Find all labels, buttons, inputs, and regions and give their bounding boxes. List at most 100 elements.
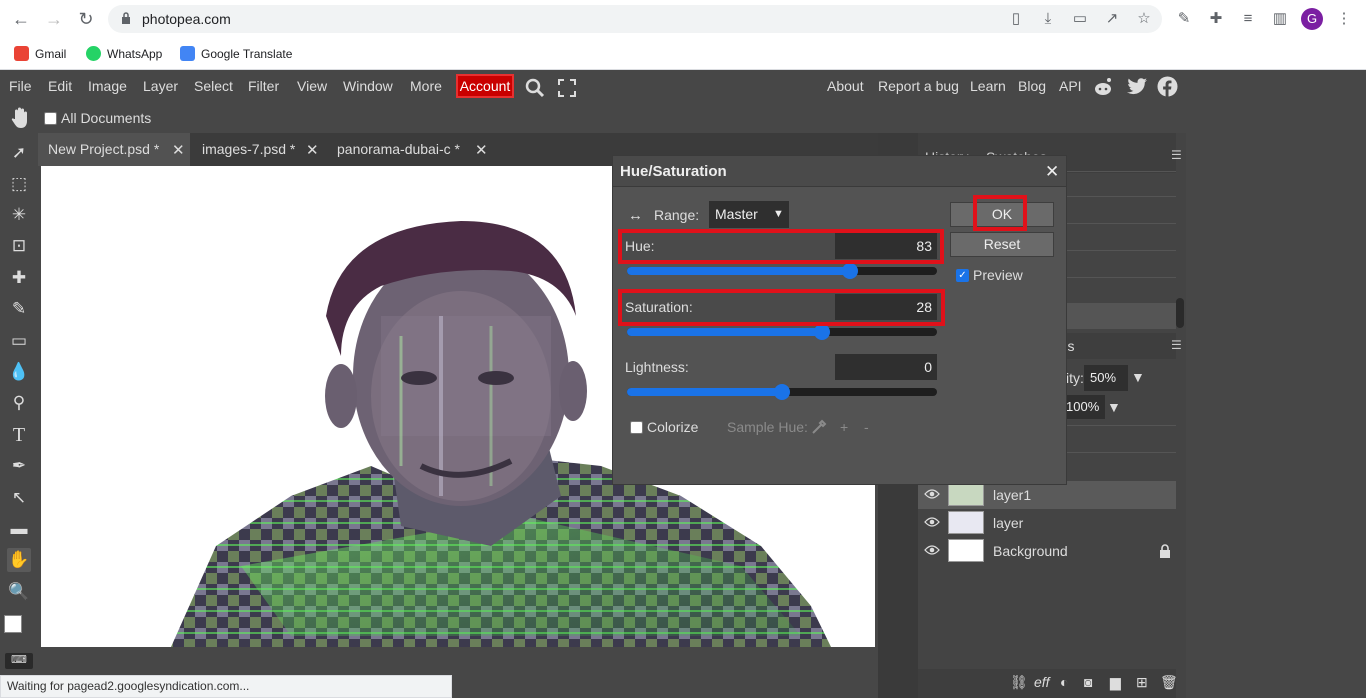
- marquee-tool-icon[interactable]: ⬚: [7, 172, 31, 196]
- type-tool-icon[interactable]: T: [7, 423, 31, 447]
- reload-icon[interactable]: ↻: [75, 8, 97, 30]
- layer-row[interactable]: Background: [918, 537, 1176, 565]
- all-documents-checkbox[interactable]: [44, 112, 57, 125]
- bookmark-whatsapp[interactable]: WhatsApp: [86, 44, 162, 64]
- menu-view[interactable]: View: [297, 78, 327, 94]
- facebook-icon[interactable]: [1157, 76, 1178, 97]
- zoom-tool-icon[interactable]: 🔍: [7, 580, 31, 604]
- hue-slider[interactable]: [627, 263, 937, 279]
- lightness-input[interactable]: 0: [835, 354, 937, 380]
- hand-tool-icon[interactable]: ✋: [7, 548, 31, 572]
- delete-layer-icon[interactable]: 🗑: [1160, 674, 1178, 691]
- new-layer-icon[interactable]: ⊞: [1136, 674, 1148, 691]
- new-group-icon[interactable]: ▆: [1110, 674, 1121, 691]
- visibility-eye-icon[interactable]: [924, 488, 940, 500]
- search-icon[interactable]: [524, 77, 546, 99]
- extensions-puzzle-icon[interactable]: ✚: [1206, 9, 1226, 29]
- link-report-bug[interactable]: Report a bug: [878, 78, 959, 94]
- path-select-tool-icon[interactable]: ↖: [7, 486, 31, 510]
- lightness-slider[interactable]: [627, 384, 937, 400]
- eyedropper-icon[interactable]: [810, 418, 828, 436]
- panel-menu-icon[interactable]: ☰: [1171, 148, 1182, 162]
- link-layers-icon[interactable]: ⛓: [1010, 674, 1028, 691]
- visibility-eye-icon[interactable]: [924, 516, 940, 528]
- add-sample-button[interactable]: +: [840, 419, 848, 435]
- close-tab-icon[interactable]: ✕: [475, 141, 488, 159]
- layers-panel-menu-icon[interactable]: ☰: [1171, 338, 1182, 352]
- opacity-input[interactable]: 50%: [1084, 365, 1128, 391]
- blur-tool-icon[interactable]: 💧: [7, 360, 31, 384]
- move-tool-icon[interactable]: ➚: [7, 141, 31, 165]
- opacity-dropdown-icon[interactable]: ▼: [1131, 369, 1145, 385]
- menu-edit[interactable]: Edit: [48, 78, 72, 94]
- dodge-tool-icon[interactable]: ⚲: [7, 391, 31, 415]
- dialog-title-bar[interactable]: Hue/Saturation ✕: [613, 156, 1066, 187]
- twitter-icon[interactable]: [1126, 77, 1148, 97]
- link-learn[interactable]: Learn: [970, 78, 1006, 94]
- keyboard-icon[interactable]: ⌨: [5, 653, 33, 669]
- layer-mask-icon[interactable]: ◙: [1084, 674, 1092, 690]
- colorize-checkbox[interactable]: [630, 421, 643, 434]
- fullscreen-icon[interactable]: [557, 78, 577, 98]
- hue-slider-knob[interactable]: [842, 263, 858, 279]
- saturation-slider[interactable]: [627, 324, 937, 340]
- preview-checkbox[interactable]: ✓: [956, 269, 969, 282]
- gradient-tool-icon[interactable]: ▭: [7, 329, 31, 353]
- link-about[interactable]: About: [827, 78, 864, 94]
- eyedropper-extension-icon[interactable]: ✎: [1174, 9, 1194, 29]
- reset-button[interactable]: Reset: [950, 232, 1054, 257]
- tab-images-7[interactable]: images-7.psd *: [192, 133, 310, 166]
- menu-select[interactable]: Select: [194, 78, 233, 94]
- close-tab-icon[interactable]: ✕: [306, 141, 319, 159]
- layer-thumbnail: [948, 483, 984, 506]
- fill-dropdown-icon[interactable]: ▼: [1107, 399, 1121, 415]
- tab-panorama-dubai[interactable]: panorama-dubai-c *: [327, 133, 467, 166]
- page-icon[interactable]: ▭: [1070, 9, 1090, 29]
- bookmark-google-translate[interactable]: Google Translate: [180, 44, 292, 64]
- range-select[interactable]: Master ▼: [709, 201, 789, 228]
- share-icon[interactable]: ↗: [1102, 9, 1122, 29]
- visibility-eye-icon[interactable]: [924, 544, 940, 556]
- address-bar[interactable]: photopea.com ▯ ⤓ ▭ ↗ ☆: [108, 5, 1162, 33]
- brush-tool-icon[interactable]: ✎: [7, 297, 31, 321]
- layer-effects-icon[interactable]: eff: [1034, 674, 1050, 690]
- healing-brush-tool-icon[interactable]: ✚: [7, 266, 31, 290]
- link-api[interactable]: API: [1059, 78, 1082, 94]
- menu-filter[interactable]: Filter: [248, 78, 279, 94]
- bookmark-gmail[interactable]: Gmail: [14, 44, 66, 64]
- layer-row[interactable]: layer1: [918, 481, 1176, 509]
- reddit-icon[interactable]: [1092, 76, 1114, 98]
- menu-image[interactable]: Image: [88, 78, 127, 94]
- adjustment-layer-icon[interactable]: ◐: [1060, 674, 1068, 690]
- media-control-icon[interactable]: ≡: [1238, 9, 1258, 29]
- account-button[interactable]: Account: [456, 74, 514, 98]
- back-icon[interactable]: ←: [10, 8, 32, 30]
- menu-more[interactable]: More: [410, 78, 442, 94]
- forward-icon[interactable]: →: [43, 8, 65, 30]
- tab-new-project[interactable]: New Project.psd *: [38, 133, 190, 166]
- profile-avatar[interactable]: G: [1301, 8, 1323, 30]
- link-blog[interactable]: Blog: [1018, 78, 1046, 94]
- menu-layer[interactable]: Layer: [143, 78, 178, 94]
- lightness-slider-knob[interactable]: [774, 384, 790, 400]
- crop-tool-icon[interactable]: ⊡: [7, 234, 31, 258]
- menu-file[interactable]: File: [9, 78, 32, 94]
- fill-input[interactable]: 100%: [1063, 395, 1105, 419]
- shape-tool-icon[interactable]: ▬: [7, 517, 31, 541]
- close-icon[interactable]: ✕: [1045, 162, 1059, 182]
- reading-list-icon[interactable]: ▯: [1006, 9, 1026, 29]
- side-panel-icon[interactable]: ▥: [1270, 9, 1290, 29]
- foreground-color-swatch[interactable]: [4, 615, 22, 633]
- magic-wand-tool-icon[interactable]: ✳: [7, 203, 31, 227]
- menu-window[interactable]: Window: [343, 78, 393, 94]
- pen-tool-icon[interactable]: ✒: [7, 454, 31, 478]
- subtract-sample-button[interactable]: -: [864, 419, 869, 435]
- app-menubar: File Edit Image Layer Select Filter View…: [0, 70, 1366, 103]
- saturation-slider-knob[interactable]: [814, 324, 830, 340]
- install-app-icon[interactable]: ⤓: [1038, 9, 1058, 29]
- bookmark-star-icon[interactable]: ☆: [1134, 9, 1154, 29]
- panel-scrollbar[interactable]: [1176, 298, 1184, 328]
- close-tab-icon[interactable]: ✕: [172, 141, 185, 159]
- browser-menu-icon[interactable]: ⋮: [1334, 9, 1354, 29]
- layer-row[interactable]: layer: [918, 509, 1176, 537]
